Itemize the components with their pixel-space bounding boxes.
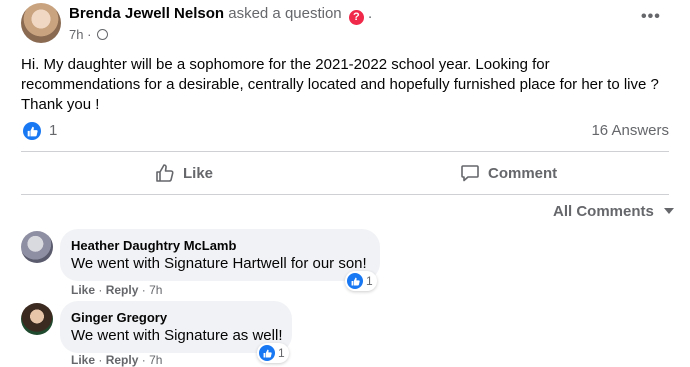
like-button[interactable]: Like (155, 158, 213, 188)
comment-reaction[interactable]: 1 (345, 271, 377, 291)
comment-sort-label: All Comments (553, 203, 654, 220)
more-icon[interactable]: ••• (641, 8, 661, 26)
answers-count[interactable]: 16 Answers (591, 122, 669, 139)
commenter-name[interactable]: Heather Daughtry McLamb (71, 238, 236, 253)
divider-top (21, 151, 669, 152)
like-reaction-icon (259, 345, 275, 361)
post-meta: 7h · (69, 27, 109, 42)
comment-button[interactable]: Comment (460, 158, 557, 188)
comment-like-link[interactable]: Like (71, 353, 95, 367)
commenter-name[interactable]: Ginger Gregory (71, 310, 167, 325)
comment-text: We went with Signature as well! (71, 327, 283, 344)
like-reaction-icon (347, 273, 363, 289)
comment-text: We went with Signature Hartwell for our … (71, 255, 367, 272)
comment-actions: Like · Reply · 7h (71, 283, 163, 297)
globe-icon (97, 29, 109, 40)
divider-bottom (21, 194, 669, 195)
comment-reaction-count: 1 (366, 274, 373, 288)
comment-sort-dropdown[interactable]: All Comments (553, 203, 675, 220)
comment-button-label: Comment (488, 164, 558, 182)
like-button-label: Like (183, 164, 214, 182)
question-icon: ? (348, 10, 364, 25)
comment-reaction-count: 1 (278, 346, 285, 360)
comment-bubble: Ginger Gregory We went with Signature as… (60, 301, 292, 353)
comment-reply-link[interactable]: Reply (106, 353, 139, 367)
comment-like-link[interactable]: Like (71, 283, 95, 297)
commenter-avatar[interactable] (21, 303, 53, 335)
comment-reply-link[interactable]: Reply (106, 283, 139, 297)
author-avatar[interactable] (21, 3, 61, 43)
post-time[interactable]: 7h (69, 27, 83, 42)
caret-down-icon (664, 208, 675, 214)
commenter-avatar[interactable] (21, 231, 53, 263)
comment-actions: Like · Reply · 7h (71, 353, 163, 367)
post-text: Hi. My daughter will be a sophomore for … (21, 56, 659, 113)
dot-separator: . (368, 5, 373, 22)
thumbs-up-icon (156, 164, 174, 182)
like-count[interactable]: 1 (49, 122, 57, 139)
comment-time[interactable]: 7h (149, 353, 162, 367)
comment-bubble: Heather Daughtry McLamb We went with Sig… (60, 229, 380, 281)
like-reaction-icon[interactable] (23, 122, 41, 140)
author-name[interactable]: Brenda Jewell Nelson (69, 5, 224, 22)
post-author-line: Brenda Jewell Nelson asked a question ? … (69, 5, 372, 25)
comment-reaction[interactable]: 1 (257, 343, 289, 363)
comment-time[interactable]: 7h (149, 283, 162, 297)
post-action-text: asked a question (228, 5, 342, 22)
comment-icon (461, 165, 479, 182)
